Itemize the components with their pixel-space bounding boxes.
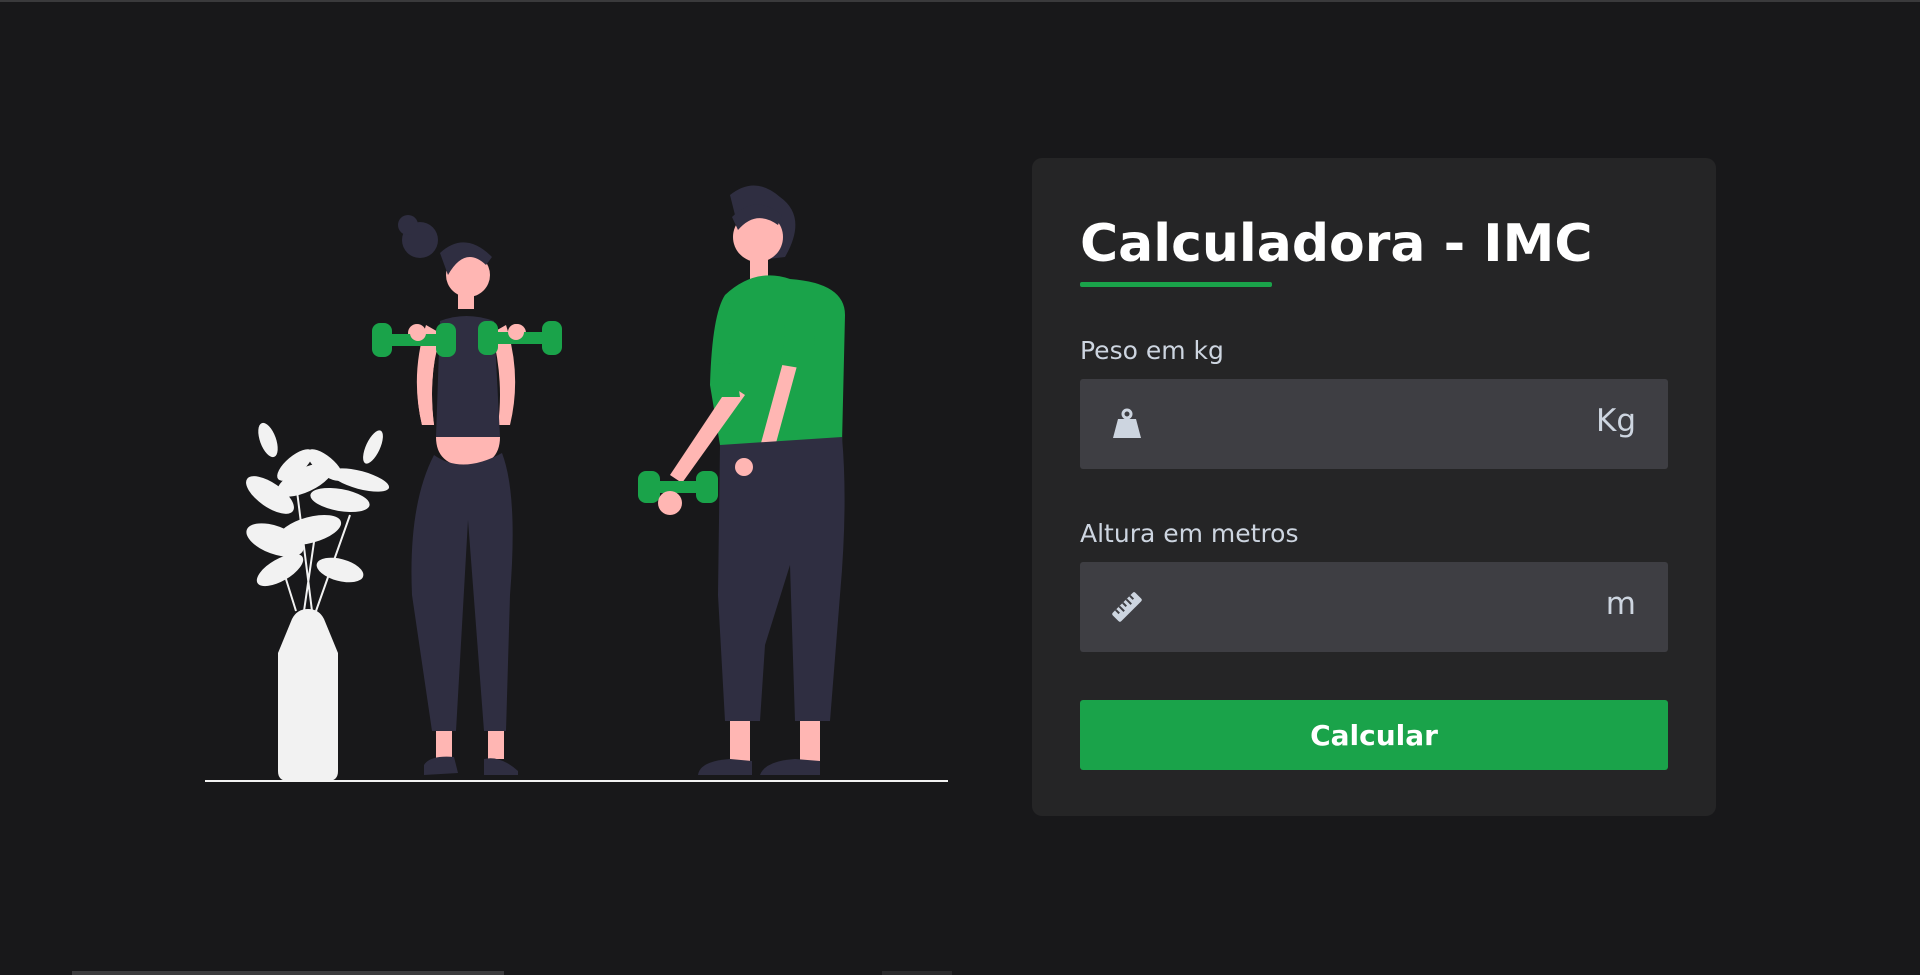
- height-label: Altura em metros: [1080, 519, 1299, 548]
- plant-leaves: [246, 422, 390, 587]
- page-title: Calculadora - IMC: [1080, 214, 1593, 274]
- imc-calculator-card: Calculadora - IMC Peso em kg Kg Altura e…: [1032, 158, 1716, 816]
- height-unit: m: [1605, 586, 1636, 622]
- man-figure: [638, 185, 845, 775]
- scrollbar-segment: [882, 971, 952, 975]
- title-underline: [1080, 282, 1272, 287]
- weight-label: Peso em kg: [1080, 336, 1224, 365]
- weight-field[interactable]: Kg: [1080, 379, 1668, 471]
- height-field[interactable]: m: [1080, 562, 1668, 654]
- weight-unit: Kg: [1595, 403, 1636, 439]
- weight-icon: [1110, 407, 1144, 441]
- fitness-illustration: [205, 185, 948, 782]
- ruler-icon: [1110, 590, 1144, 624]
- window-top-border: [0, 0, 1920, 2]
- woman-figure: [372, 215, 562, 775]
- weight-input[interactable]: [1162, 379, 1566, 471]
- horizontal-scrollbar[interactable]: [72, 971, 504, 975]
- height-input[interactable]: [1162, 562, 1566, 654]
- plant-vase: [278, 609, 338, 781]
- calculate-button[interactable]: Calcular: [1080, 700, 1668, 770]
